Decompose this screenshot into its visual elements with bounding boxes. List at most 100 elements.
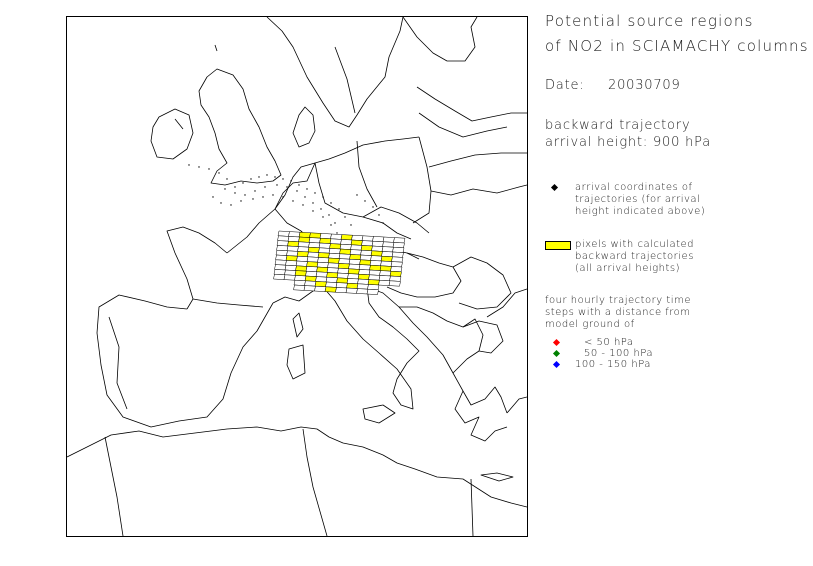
- sciamachy-pixel: [328, 248, 341, 255]
- arrival-legend-line2: trajectories (for arrival: [575, 194, 701, 205]
- sciamachy-pixel: [347, 268, 360, 275]
- sciamachy-pixel: [330, 233, 343, 240]
- sciamachy-pixel: [316, 266, 329, 273]
- sicily-coastline: [362, 404, 396, 424]
- sciamachy-pixel: [392, 246, 405, 253]
- timestep-item-1: < 50 hPa: [584, 337, 634, 348]
- ireland-coastline: [150, 108, 194, 160]
- trajectory-line2: arrival height: 900 hPa: [545, 135, 711, 150]
- sciamachy-pixel: [274, 259, 287, 266]
- sciamachy-pixel: [370, 250, 383, 257]
- sciamachy-pixel: [273, 269, 286, 276]
- sciamachy-pixel: [296, 251, 309, 258]
- sciamachy-pixel: [314, 285, 327, 292]
- sweden-norway-border: [334, 46, 356, 114]
- germany-borders: [314, 162, 412, 240]
- sciamachy-pixel: [319, 237, 332, 244]
- denmark-coastline: [292, 106, 316, 148]
- sciamachy-pixel: [381, 246, 394, 253]
- europe-map: [67, 17, 527, 536]
- sciamachy-pixel: [391, 251, 404, 258]
- sciamachy-pixel: [277, 235, 290, 242]
- sciamachy-pixel: [370, 255, 383, 262]
- sciamachy-pixel: [287, 236, 300, 243]
- sciamachy-pixel: [315, 271, 328, 278]
- sciamachy-pixel: [338, 258, 351, 265]
- sciamachy-pixel: [357, 273, 370, 280]
- sciamachy-pixel: [348, 263, 361, 270]
- sciamachy-pixel: [294, 270, 307, 277]
- sciamachy-pixel: [380, 255, 393, 262]
- sciamachy-pixel: [368, 269, 381, 276]
- sciamachy-pixel: [350, 239, 363, 246]
- balkan-borders: [399, 306, 484, 374]
- spain-portugal-border: [108, 316, 128, 410]
- sciamachy-pixel: [285, 255, 298, 262]
- title-line1: Potential source regions: [545, 12, 754, 30]
- sciamachy-pixel: [275, 254, 288, 261]
- sciamachy-pixel: [336, 277, 349, 284]
- sciamachy-pixel: [379, 270, 392, 277]
- sciamachy-pixel: [286, 245, 299, 252]
- timesteps-legend-line3: model ground of: [545, 319, 635, 330]
- sciamachy-pixel: [318, 247, 331, 254]
- trajectory-line1: backward trajectory: [545, 118, 691, 133]
- sciamachy-pixel: [382, 241, 395, 248]
- sciamachy-pixel: [357, 278, 370, 285]
- sciamachy-pixel: [326, 267, 339, 274]
- sciamachy-pixel: [358, 269, 371, 276]
- sciamachy-pixel: [304, 280, 317, 287]
- sciamachy-pixel: [381, 251, 394, 258]
- morocco-algeria-border: [104, 436, 124, 536]
- ukraine-border: [430, 184, 527, 196]
- pixels-legend-line1: pixels with calculated: [575, 239, 695, 250]
- map-frame: [66, 16, 528, 537]
- benelux-borders: [274, 162, 316, 210]
- adriatic-balkan-coast: [366, 286, 508, 414]
- sciamachy-pixel: [298, 231, 311, 238]
- sciamachy-pixel: [293, 284, 306, 291]
- timestep-item-3: 100 - 150 hPa: [575, 359, 651, 370]
- blue-marker-icon: [552, 360, 561, 369]
- date-value: 20030709: [608, 78, 681, 93]
- finland-coastline: [402, 17, 478, 62]
- bulgaria-border: [462, 320, 504, 354]
- sciamachy-pixel: [360, 249, 373, 256]
- sciamachy-pixel: [371, 245, 384, 252]
- sciamachy-pixel: [285, 260, 298, 267]
- sciamachy-pixel: [372, 236, 385, 243]
- timestep-item-2: 50 - 100 hPa: [584, 348, 654, 359]
- sciamachy-pixel: [380, 260, 393, 267]
- sciamachy-pixel: [351, 234, 364, 241]
- north-africa-coast: [67, 426, 527, 508]
- sciamachy-pixel: [359, 259, 372, 266]
- sciamachy-pixel: [356, 283, 369, 290]
- sciamachy-pixel: [340, 239, 353, 246]
- sciamachy-pixel: [347, 273, 360, 280]
- sciamachy-pixel: [298, 236, 311, 243]
- sciamachy-pixel: [293, 279, 306, 286]
- sciamachy-pixel: [315, 276, 328, 283]
- sciamachy-pixel: [318, 242, 331, 249]
- sciamachy-pixel: [303, 285, 316, 292]
- scandinavia-coastline: [266, 17, 404, 128]
- sciamachy-pixel: [287, 240, 300, 247]
- sciamachy-pixel: [328, 252, 341, 259]
- sciamachy-pixel: [295, 265, 308, 272]
- turkey-coast: [506, 396, 527, 414]
- sciamachy-pixel: [326, 272, 339, 279]
- sardinia-coastline: [286, 344, 306, 380]
- arrival-legend-line3: height indicated above): [575, 206, 706, 217]
- sciamachy-pixel: [276, 240, 289, 247]
- sciamachy-pixel: [367, 279, 380, 286]
- sciamachy-pixel: [369, 264, 382, 271]
- sciamachy-pixel: [304, 275, 317, 282]
- sciamachy-pixel: [390, 261, 403, 268]
- sciamachy-pixel: [297, 246, 310, 253]
- sciamachy-pixel: [307, 251, 320, 258]
- italy-coastline: [322, 286, 420, 410]
- timesteps-legend-line2: steps with a distance from: [545, 307, 691, 318]
- sciamachy-pixel: [378, 279, 391, 286]
- sciamachy-pixel: [371, 240, 384, 247]
- sciamachy-pixel: [305, 266, 318, 273]
